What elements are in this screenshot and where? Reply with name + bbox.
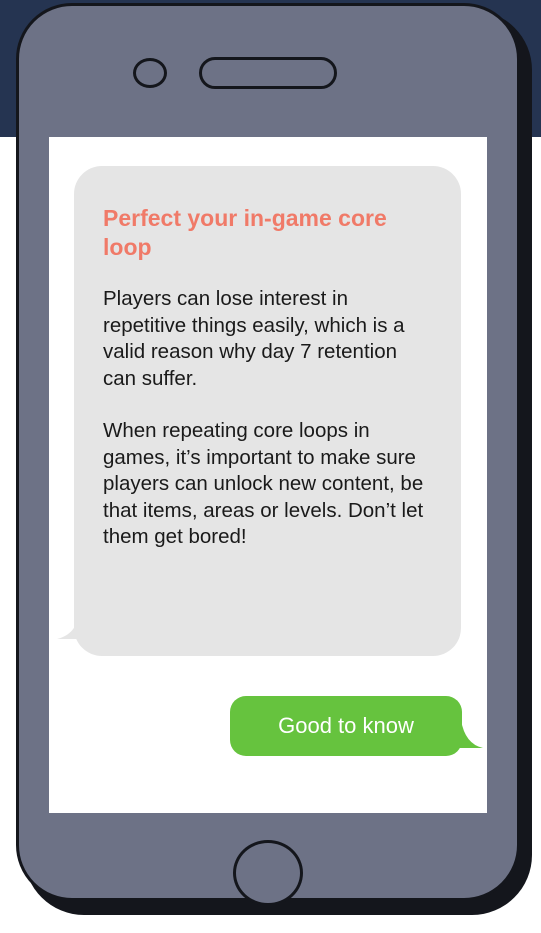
camera-icon — [133, 58, 167, 88]
speaker-icon — [199, 57, 337, 89]
phone-screen: Perfect your in-game core loop Players c… — [49, 137, 487, 813]
message-paragraph-1: Players can lose interest in repetitive … — [103, 287, 405, 390]
message-paragraph-2: When repeating core loops in games, it’s… — [103, 419, 424, 548]
home-button[interactable] — [233, 840, 303, 906]
message-title: Perfect your in-game core loop — [103, 205, 387, 260]
incoming-message-bubble: Perfect your in-game core loop Players c… — [74, 166, 461, 656]
outgoing-message-bubble[interactable]: Good to know — [230, 696, 462, 756]
